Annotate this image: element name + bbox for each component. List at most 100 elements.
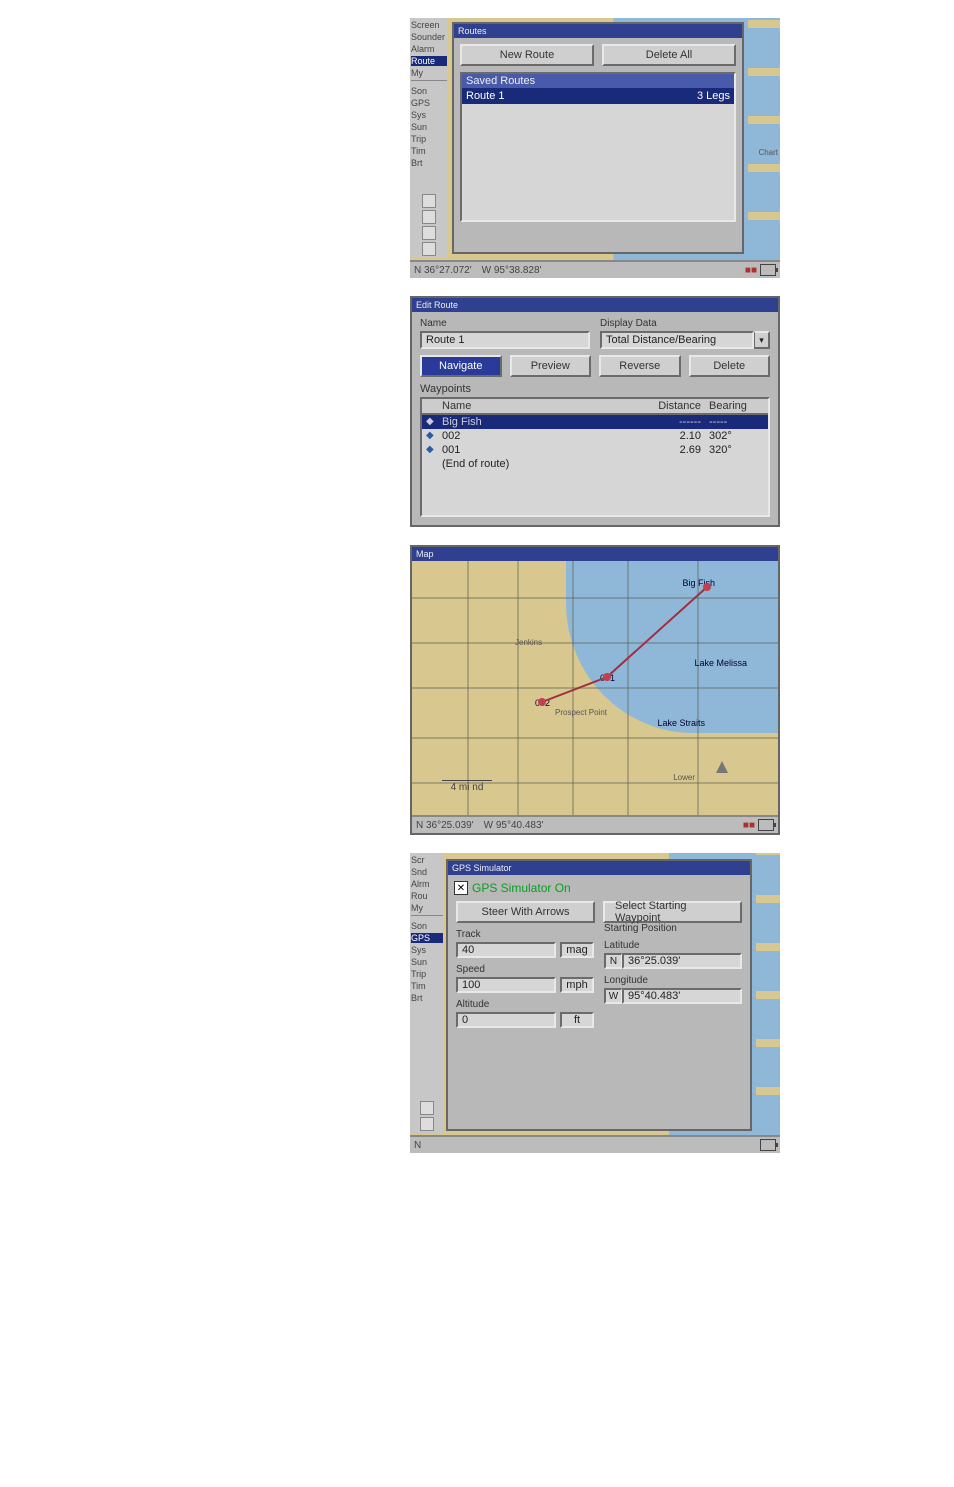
altitude-label: Altitude [456, 999, 594, 1010]
menu-item[interactable]: Trip [411, 969, 443, 979]
tool-icon[interactable] [422, 194, 436, 208]
waypoint-row[interactable]: ◆ 001 2.69 320° [422, 443, 768, 457]
select-starting-waypoint-button[interactable]: Select Starting Waypoint [603, 901, 742, 923]
waypoint-distance: 2.10 [649, 430, 709, 442]
menu-item[interactable]: Tim [411, 981, 443, 991]
north-arrow-icon [716, 761, 728, 773]
route-name-input[interactable]: Route 1 [420, 331, 590, 349]
routes-dialog: Routes New Route Delete All Saved Routes… [452, 22, 744, 254]
speed-label: Speed [456, 964, 594, 975]
menu-item[interactable]: Screen [411, 20, 447, 30]
menu-item[interactable]: Rou [411, 891, 443, 901]
tool-icon[interactable] [420, 1117, 434, 1131]
longitude-dir[interactable]: W [604, 988, 622, 1004]
delete-button[interactable]: Delete [689, 355, 771, 377]
waypoints-section-header: Waypoints [420, 383, 770, 395]
waypoint-icon: ◆ [426, 416, 442, 428]
chevron-down-icon[interactable]: ▾ [754, 331, 770, 349]
menu-item[interactable]: My [411, 68, 447, 78]
menu-item[interactable]: Alarm [411, 44, 447, 54]
col-bearing: Bearing [709, 400, 764, 412]
col-distance: Distance [649, 400, 709, 412]
display-data-select[interactable]: Total Distance/Bearing ▾ [600, 331, 770, 349]
tool-icon[interactable] [420, 1101, 434, 1115]
menu-item[interactable]: Sun [411, 122, 447, 132]
battery-icon [760, 1139, 776, 1151]
main-menu-sidebar: Scr Snd Alrm Rou My Son GPS Sys Sun Trip… [410, 853, 444, 1133]
menu-item[interactable]: My [411, 903, 443, 913]
gps-simulator-screen: Scr Snd Alrm Rou My Son GPS Sys Sun Trip… [410, 853, 780, 1153]
speed-unit: mph [560, 977, 594, 993]
status-lat: N [414, 1140, 421, 1151]
steer-with-arrows-button[interactable]: Steer With Arrows [456, 901, 595, 923]
delete-all-button[interactable]: Delete All [602, 44, 736, 66]
track-input[interactable]: 40 [456, 942, 556, 958]
edit-route-dialog: Edit Route Name Route 1 Display Data Tot… [410, 296, 780, 527]
longitude-label: Longitude [604, 975, 742, 986]
waypoint-row[interactable]: ◆ Big Fish ------ ----- [422, 415, 768, 429]
waypoint-name: Big Fish [442, 416, 649, 428]
menu-item[interactable]: Sun [411, 957, 443, 967]
menu-item[interactable]: Son [411, 86, 447, 96]
waypoint-bearing: 302° [709, 430, 764, 442]
map-canvas[interactable]: Big Fish 001 002 Lake Melissa Lake Strai… [412, 547, 778, 833]
longitude-input[interactable]: 95°40.483' [622, 988, 742, 1004]
display-data-label: Display Data [600, 318, 770, 329]
dialog-title: GPS Simulator [448, 861, 750, 875]
speed-input[interactable]: 100 [456, 977, 556, 993]
saved-routes-header: Saved Routes [462, 74, 734, 88]
latitude-dir[interactable]: N [604, 953, 622, 969]
status-lon: W 95°38.828' [482, 265, 542, 276]
menu-item[interactable]: Brt [411, 158, 447, 168]
waypoint-row[interactable]: ◆ 002 2.10 302° [422, 429, 768, 443]
waypoint-name: 001 [442, 444, 649, 456]
waypoint-icon: ◆ [426, 444, 442, 456]
menu-item[interactable]: Sys [411, 110, 447, 120]
route-legs: 3 Legs [697, 90, 730, 102]
menu-tool-icons [411, 1101, 443, 1131]
navigate-button[interactable]: Navigate [420, 355, 502, 377]
gps-simulator-on-label: GPS Simulator On [472, 881, 571, 895]
waypoint-distance: 2.69 [649, 444, 709, 456]
menu-item[interactable]: Brt [411, 993, 443, 1003]
altitude-unit: ft [560, 1012, 594, 1028]
waypoint-name: 002 [442, 430, 649, 442]
waypoint-row-end: (End of route) [422, 457, 768, 471]
waypoints-columns-header: Name Distance Bearing [422, 399, 768, 415]
menu-item-gps[interactable]: GPS [411, 933, 443, 943]
route-row[interactable]: Route 1 3 Legs [462, 88, 734, 104]
tool-icon[interactable] [422, 210, 436, 224]
altitude-input[interactable]: 0 [456, 1012, 556, 1028]
preview-button[interactable]: Preview [510, 355, 592, 377]
menu-item-route[interactable]: Route [411, 56, 447, 66]
new-route-button[interactable]: New Route [460, 44, 594, 66]
latitude-input[interactable]: 36°25.039' [622, 953, 742, 969]
map-right-edge [756, 853, 780, 1135]
waypoint-bearing: 320° [709, 444, 764, 456]
menu-item[interactable]: Snd [411, 867, 443, 877]
map-view-screen: Map Big Fish 001 002 Lake Melissa Lake S… [410, 545, 780, 835]
chart-label: Chart [758, 148, 778, 157]
menu-item[interactable]: Trip [411, 134, 447, 144]
reverse-button[interactable]: Reverse [599, 355, 681, 377]
checkbox-checked-icon: ✕ [454, 881, 468, 895]
menu-item[interactable]: Sounder [411, 32, 447, 42]
track-label: Track [456, 929, 594, 940]
tool-icon[interactable] [422, 242, 436, 256]
gps-simulator-toggle[interactable]: ✕ GPS Simulator On [454, 881, 744, 895]
menu-item[interactable]: Alrm [411, 879, 443, 889]
menu-tool-icons [411, 194, 447, 256]
status-lon: W 95°40.483' [484, 820, 544, 831]
starting-position-label: Starting Position [604, 923, 742, 934]
menu-item[interactable]: Sys [411, 945, 443, 955]
menu-item[interactable]: Scr [411, 855, 443, 865]
route-name: Route 1 [466, 90, 697, 102]
menu-item[interactable]: Son [411, 921, 443, 931]
tool-icon[interactable] [422, 226, 436, 240]
status-bar: N [410, 1135, 780, 1153]
menu-item[interactable]: Tim [411, 146, 447, 156]
waypoints-list: Name Distance Bearing ◆ Big Fish ------ … [420, 397, 770, 517]
menu-item[interactable]: GPS [411, 98, 447, 108]
battery-icon [758, 819, 774, 831]
display-data-value: Total Distance/Bearing [600, 331, 754, 349]
